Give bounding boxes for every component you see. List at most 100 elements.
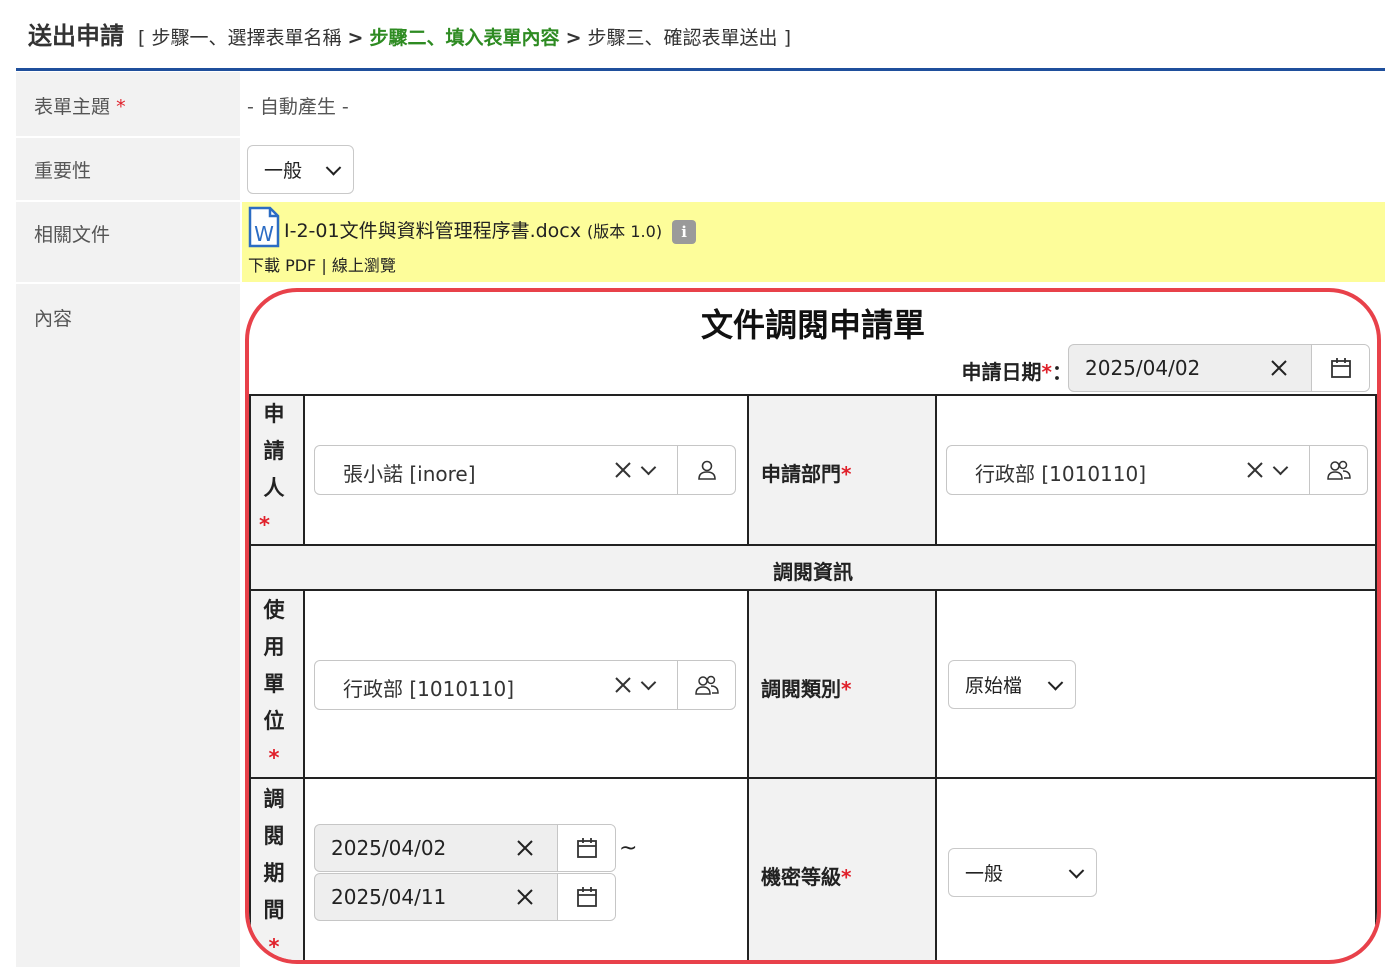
breadcrumb-separator: > [347, 27, 364, 49]
close-icon[interactable] [1245, 460, 1265, 480]
application-form: 文件調閱申請單 申請日期*： 2025/04/02 申 請 人 * 張小諾 [i… [245, 288, 1381, 964]
header-divider [16, 68, 1385, 71]
unit-value: 行政部 [1010110] [343, 677, 515, 701]
required-mark: * [1041, 360, 1052, 384]
select-group-button[interactable] [677, 661, 735, 709]
apply-date-label: 申請日期*： [962, 356, 1072, 385]
content-label: 內容 [16, 284, 240, 967]
dept-label: 申請部門* [761, 458, 851, 487]
period-label-char: 間 [263, 898, 285, 922]
apply-date-field[interactable]: 2025/04/02 [1068, 344, 1370, 392]
calendar-button[interactable] [557, 825, 615, 871]
info-icon[interactable]: i [672, 219, 697, 244]
apply-date-label-text: 申請日期 [961, 360, 1042, 384]
chevron-down-icon[interactable] [1272, 459, 1289, 476]
breadcrumb-separator: > [565, 27, 582, 49]
breadcrumb-open: [ [138, 27, 146, 49]
close-icon[interactable] [515, 838, 535, 858]
form-title: 文件調閱申請單 [700, 306, 925, 344]
table-border [1375, 394, 1377, 960]
related-document: W I-2-01文件與資料管理程序書.docx (版本 1.0) i 下載 PD… [242, 202, 1385, 282]
document-links[interactable]: 下載 PDF | 線上瀏覽 [248, 252, 396, 276]
unit-label-char: 單 [263, 672, 285, 696]
period-end-field[interactable]: 2025/04/11 [314, 873, 616, 921]
chevron-down-icon [1068, 862, 1085, 879]
calendar-icon [1330, 358, 1351, 378]
close-icon[interactable] [1269, 358, 1289, 378]
subject-value: - 自動產生 - [247, 96, 349, 118]
table-border [747, 589, 749, 960]
table-border [935, 589, 937, 960]
table-border [303, 589, 305, 960]
required-mark: * [116, 96, 126, 118]
period-label-char: 調 [263, 787, 285, 811]
chevron-down-icon [325, 159, 342, 176]
type-label: 調閱類別* [761, 673, 851, 702]
breadcrumb: [ 步驟一、選擇表單名稱 > 步驟二、填入表單內容 > 步驟三、確認表單送出 ] [138, 23, 791, 50]
chevron-down-icon[interactable] [640, 674, 657, 691]
period-label: 調 閱 期 間 * [259, 781, 289, 960]
calendar-button[interactable] [557, 874, 615, 920]
importance-select-value: 一般 [264, 160, 303, 182]
section-title: 調閱資訊 [773, 560, 853, 584]
required-mark: * [268, 935, 280, 959]
page-header: 送出申請 [ 步驟一、選擇表單名稱 > 步驟二、填入表單內容 > 步驟三、確認表… [28, 16, 791, 56]
dept-picker[interactable]: 行政部 [1010110] [946, 445, 1368, 495]
period-start-field[interactable]: 2025/04/02 [314, 824, 616, 872]
calendar-icon [576, 838, 597, 858]
period-tilde: ~ [619, 836, 638, 861]
page-title: 送出申請 [28, 22, 124, 50]
importance-select[interactable]: 一般 [247, 145, 354, 194]
unit-label-char: 使 [263, 598, 285, 622]
breadcrumb-step-3: 步驟三、確認表單送出 [587, 27, 778, 49]
table-border [249, 589, 1377, 591]
secret-level-label-text: 機密等級 [761, 865, 841, 889]
unit-picker[interactable]: 行政部 [1010110] [314, 660, 736, 710]
breadcrumb-step-1: 步驟一、選擇表單名稱 [151, 27, 342, 49]
table-border [249, 394, 1377, 396]
importance-label: 重要性 [16, 138, 240, 200]
user-icon [697, 460, 716, 480]
applicant-label-char: 申 [263, 402, 285, 426]
breadcrumb-close: ] [783, 27, 792, 49]
table-border [747, 394, 749, 545]
word-doc-icon[interactable]: W [248, 206, 280, 248]
period-label-char: 期 [263, 861, 285, 885]
applicant-picker[interactable]: 張小諾 [inore] [314, 445, 736, 495]
unit-label: 使 用 單 位 * [259, 592, 289, 777]
users-icon [694, 675, 719, 695]
chevron-down-icon[interactable] [640, 459, 657, 476]
subject-label: 表單主題 * [16, 72, 240, 136]
document-file-name[interactable]: I-2-01文件與資料管理程序書.docx [284, 220, 581, 242]
unit-label-char: 用 [263, 635, 285, 659]
secret-level-label: 機密等級* [761, 861, 851, 890]
type-label-text: 調閱類別 [761, 677, 841, 701]
secret-level-select[interactable]: 一般 [948, 848, 1097, 897]
close-icon[interactable] [515, 887, 535, 907]
select-user-button[interactable] [677, 446, 735, 494]
required-mark: * [841, 462, 852, 486]
chevron-down-icon [1047, 674, 1064, 691]
type-select[interactable]: 原始檔 [948, 660, 1076, 709]
subject-label-text: 表單主題 [34, 96, 111, 118]
dept-label-text: 申請部門 [761, 462, 841, 486]
required-mark: * [268, 746, 280, 770]
secret-level-value: 一般 [965, 863, 1004, 885]
close-icon[interactable] [613, 460, 633, 480]
applicant-label-char: 請 [263, 439, 285, 463]
breadcrumb-step-2-active: 步驟二、填入表單內容 [369, 27, 560, 49]
type-select-value: 原始檔 [965, 675, 1023, 697]
apply-date-value[interactable]: 2025/04/02 [1085, 356, 1200, 380]
select-group-button[interactable] [1309, 446, 1367, 494]
users-icon [1326, 460, 1351, 480]
table-border [249, 544, 1377, 546]
period-start-value[interactable]: 2025/04/02 [331, 836, 446, 860]
close-icon[interactable] [613, 675, 633, 695]
table-border [303, 394, 305, 545]
period-end-value[interactable]: 2025/04/11 [331, 885, 446, 909]
applicant-label-char: 人 [263, 476, 285, 500]
table-border [935, 394, 937, 545]
required-mark: * [259, 513, 270, 537]
calendar-button[interactable] [1311, 345, 1369, 391]
document-name[interactable]: I-2-01文件與資料管理程序書.docx (版本 1.0) i [284, 216, 697, 244]
